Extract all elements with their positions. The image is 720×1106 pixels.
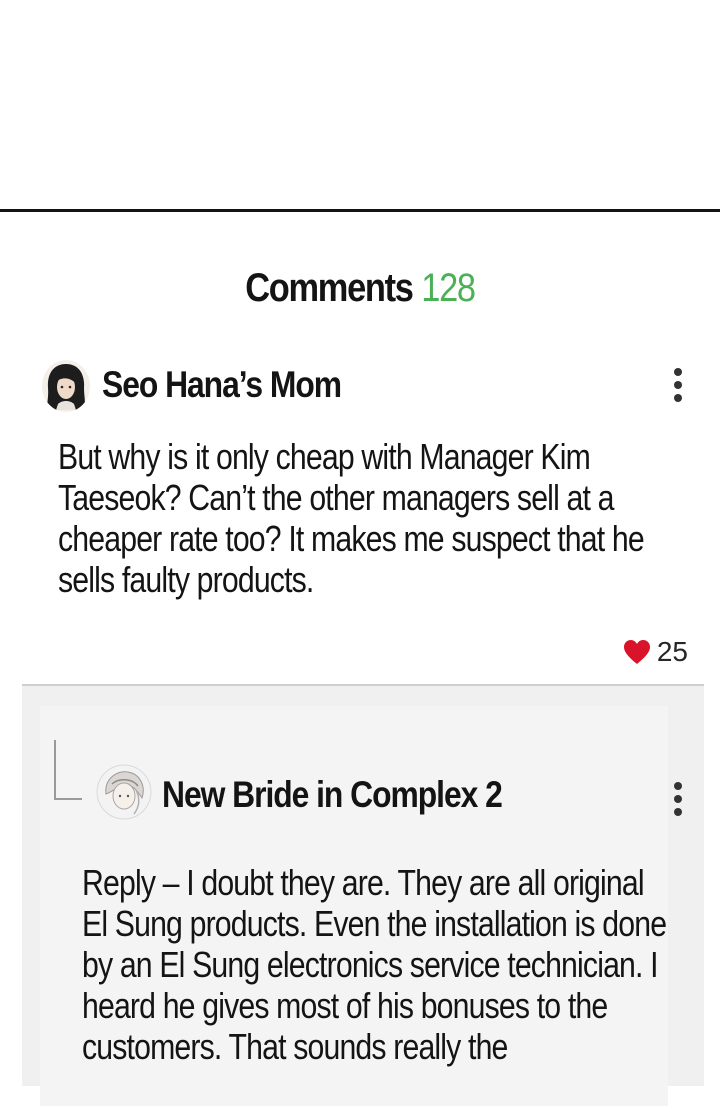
dot: [674, 808, 682, 816]
dot: [674, 394, 682, 402]
comment-body: But why is it only cheap with Manager Ki…: [58, 436, 645, 600]
comments-count: 128: [421, 266, 476, 310]
heart-icon: [623, 640, 650, 664]
woman-avatar-icon[interactable]: [42, 360, 90, 412]
reply-body: Reply – I doubt they are. They are all o…: [82, 862, 667, 1067]
dot: [674, 381, 682, 389]
reply-thread: New Bride in Complex 2 Reply – I doubt t…: [22, 684, 704, 1106]
like-button[interactable]: 25: [623, 636, 688, 668]
top-divider: [0, 209, 720, 212]
reply-indent-icon: [54, 740, 82, 800]
comment-author[interactable]: Seo Hana’s Mom: [102, 364, 342, 406]
dot: [674, 795, 682, 803]
dot: [674, 368, 682, 376]
comments-header: Comments 128: [50, 266, 669, 311]
dot: [674, 782, 682, 790]
more-options-button[interactable]: [670, 368, 686, 402]
reply-author[interactable]: New Bride in Complex 2: [162, 774, 503, 816]
like-count: 25: [656, 636, 688, 667]
bride-avatar-icon[interactable]: [96, 764, 152, 820]
comment-item: Seo Hana’s Mom But why is it only cheap …: [0, 350, 720, 680]
comments-title: Comments: [245, 266, 414, 310]
reply-more-options-button[interactable]: [670, 782, 686, 816]
